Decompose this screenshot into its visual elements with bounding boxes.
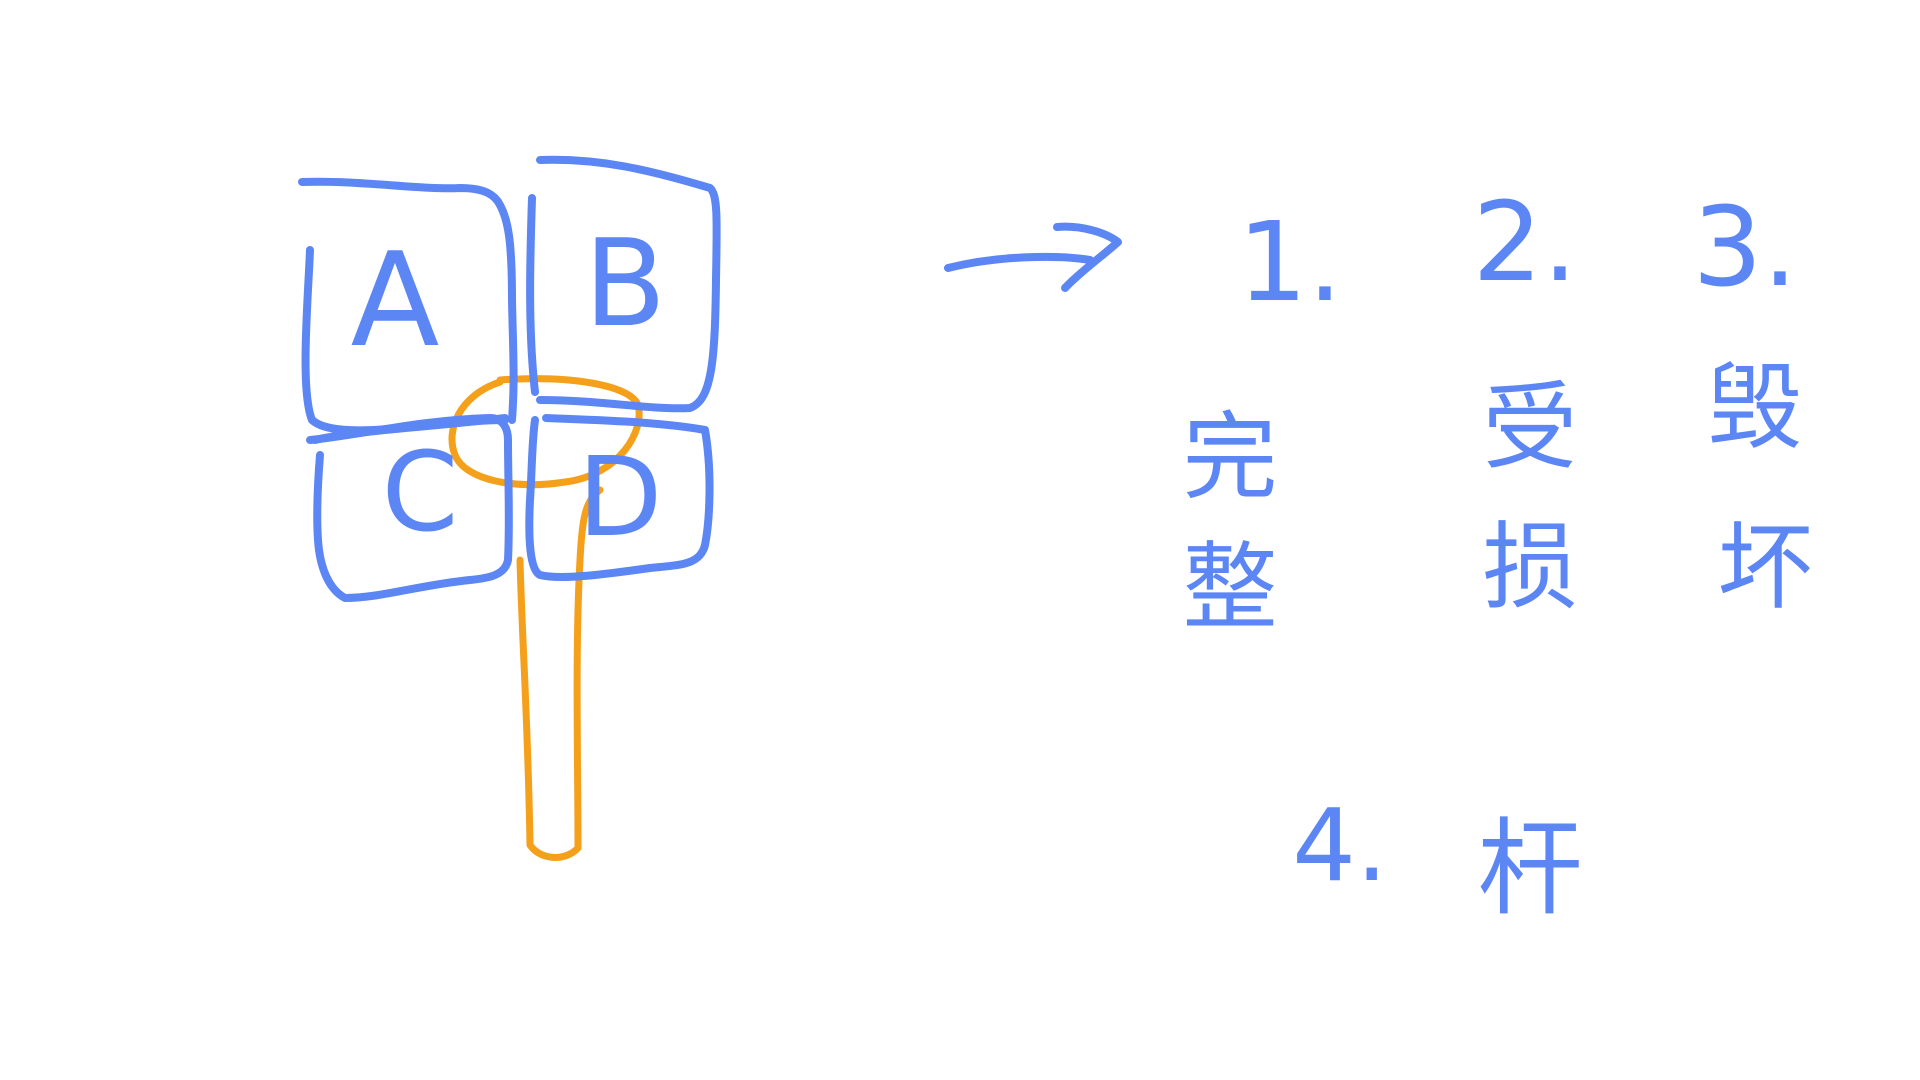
state-1-char-1: 完 xyxy=(1182,403,1277,513)
state-1-char-2: 整 xyxy=(1182,533,1277,643)
panel-label-c: C xyxy=(382,428,459,556)
panel-label-d: D xyxy=(578,433,663,561)
panel-label-b: B xyxy=(584,215,666,354)
state-3-char-2: 坏 xyxy=(1717,513,1812,623)
state-4: 4. 杆 xyxy=(1292,787,1582,930)
state-2-char-1: 受 xyxy=(1482,373,1577,483)
state-2-char-2: 损 xyxy=(1482,513,1577,623)
state-3-char-1: 毁 xyxy=(1707,353,1802,463)
state-3-number: 3. xyxy=(1693,183,1798,311)
panel-label-a: A xyxy=(351,224,440,376)
state-2: 2. 受 损 xyxy=(1473,178,1578,623)
state-3: 3. 毁 坏 xyxy=(1693,183,1813,623)
state-2-number: 2. xyxy=(1473,178,1578,306)
state-4-char-1: 杆 xyxy=(1477,808,1582,930)
state-1: 1. 完 整 xyxy=(1182,198,1342,643)
state-4-number: 4. xyxy=(1292,787,1387,904)
state-1-number: 1. xyxy=(1238,198,1343,326)
right-arrow-icon xyxy=(944,222,1122,292)
sketch-canvas: A B C D 1. 完 整 2. 受 损 3. 毁 坏 4. 杆 xyxy=(298,155,1813,930)
